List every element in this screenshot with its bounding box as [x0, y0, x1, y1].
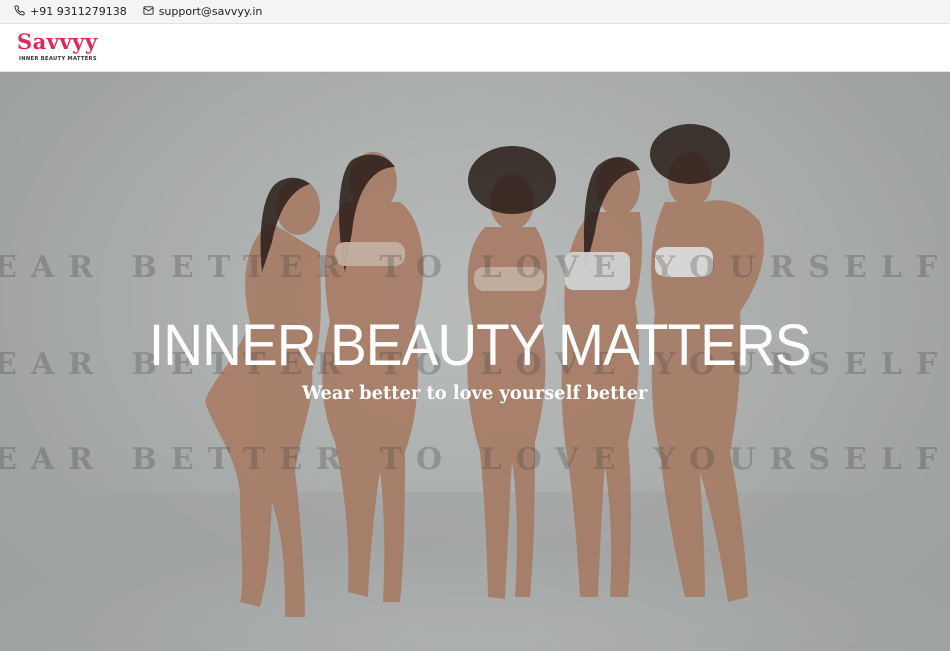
phone-number: +91 9311279138	[30, 5, 127, 18]
logo-wordmark: Savvyy	[17, 29, 98, 54]
logo-tagline: INNER BEAUTY MATTERS	[19, 56, 97, 62]
email-address: support@savvyy.in	[158, 5, 263, 18]
hero-banner: EAR BETTER TO LOVE YOURSELF BET EAR BETT…	[0, 72, 950, 651]
brand-logo[interactable]: Savvyy INNER BEAUTY MATTERS	[17, 30, 97, 68]
top-contact-bar: +91 9311279138 support@savvyy.in	[0, 0, 950, 24]
site-header: Savvyy INNER BEAUTY MATTERS	[0, 24, 950, 72]
phone-icon	[14, 4, 25, 19]
email-contact[interactable]: support@savvyy.in	[143, 5, 263, 19]
hero-title: INNER BEAUTY MATTERS	[148, 313, 812, 378]
phone-contact[interactable]: +91 9311279138	[14, 4, 127, 19]
hero-subtitle: Wear better to love yourself better	[301, 382, 648, 404]
mail-icon	[143, 5, 154, 19]
